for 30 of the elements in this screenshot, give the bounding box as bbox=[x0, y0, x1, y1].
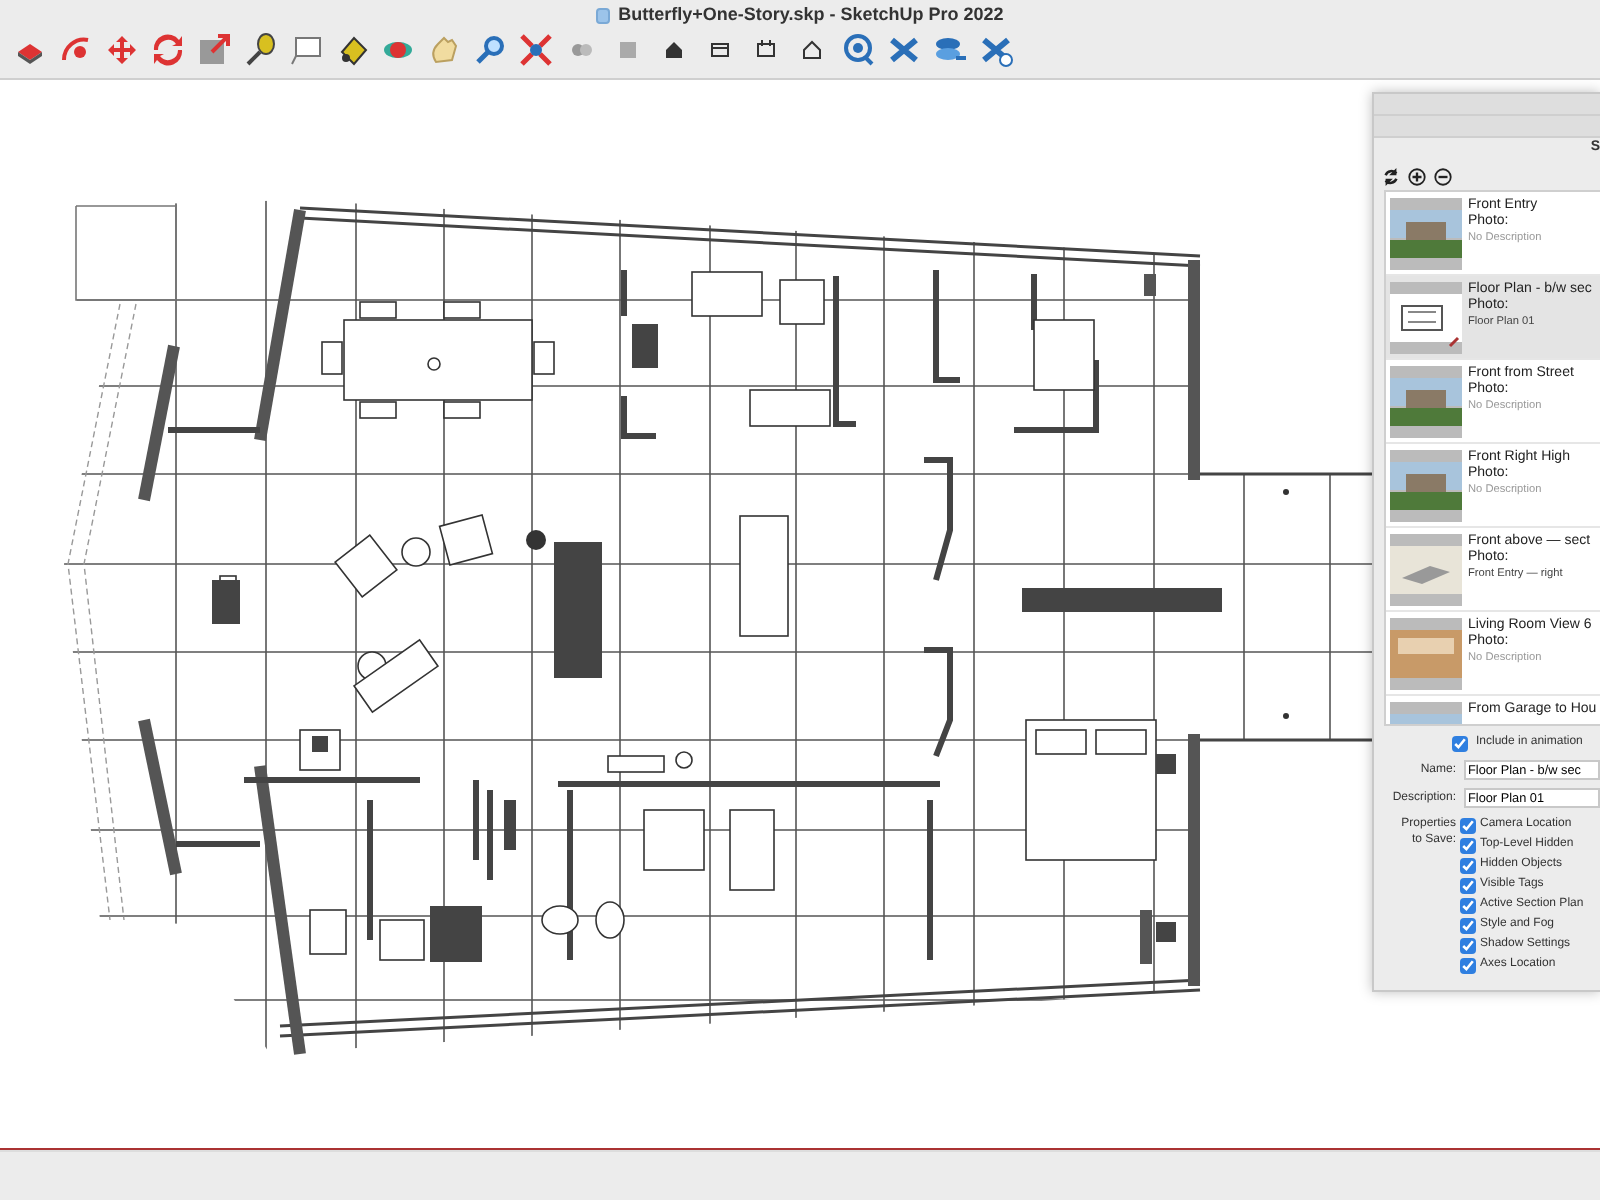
remove-icon[interactable] bbox=[1434, 167, 1452, 185]
window-title: Butterfly+One-Story.skp - SketchUp Pro 2022 bbox=[618, 1, 1004, 28]
section-cuts-icon[interactable] bbox=[886, 32, 922, 68]
tape-measure-icon[interactable] bbox=[242, 32, 278, 68]
section-plane-icon[interactable] bbox=[840, 32, 876, 68]
search-icon[interactable] bbox=[472, 32, 508, 68]
property-checkbox[interactable] bbox=[1460, 817, 1476, 833]
property-checkbox[interactable] bbox=[1460, 897, 1476, 913]
text-icon[interactable] bbox=[288, 32, 324, 68]
move-icon[interactable] bbox=[104, 32, 140, 68]
property-checkbox[interactable] bbox=[1460, 837, 1476, 853]
zoom-extents-icon[interactable] bbox=[518, 32, 554, 68]
photo-placeholder bbox=[1390, 366, 1462, 438]
property-checkbox[interactable] bbox=[1460, 937, 1476, 953]
property-checkbox[interactable] bbox=[1460, 917, 1476, 933]
photo-placeholder bbox=[1390, 198, 1462, 270]
refresh-icon[interactable] bbox=[1382, 167, 1400, 185]
property-checkbox[interactable] bbox=[1460, 877, 1476, 893]
document-icon bbox=[596, 7, 611, 23]
scale-icon[interactable] bbox=[196, 32, 232, 68]
property-checkbox[interactable] bbox=[1460, 957, 1476, 973]
photo-placeholder bbox=[1390, 534, 1462, 606]
rotate-icon[interactable] bbox=[150, 32, 186, 68]
section-fill-icon[interactable] bbox=[978, 32, 1014, 68]
photo-placeholder bbox=[1390, 450, 1462, 522]
include-animation-checkbox[interactable] bbox=[1452, 735, 1468, 751]
photo-placeholder bbox=[1390, 618, 1462, 690]
plan-thumbnail bbox=[1390, 282, 1462, 354]
property-checkbox[interactable] bbox=[1460, 857, 1476, 873]
add-icon[interactable] bbox=[1408, 167, 1426, 185]
